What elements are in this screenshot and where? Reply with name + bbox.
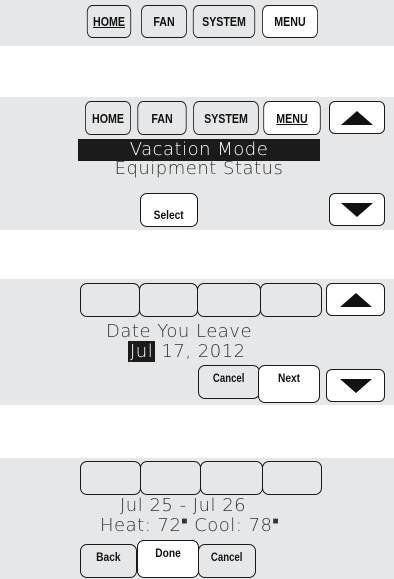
screen-title: Date You Leave [106, 321, 253, 342]
select-button-label: Select [153, 208, 185, 222]
down-arrow-icon [339, 378, 372, 393]
tab-system-label: SYSTEM [204, 110, 248, 126]
up-arrow-icon [341, 110, 373, 125]
blank-key-4 [260, 283, 322, 317]
blank-key-4 [262, 461, 322, 495]
tab-home[interactable]: HOME [85, 101, 131, 135]
screen-menu-panel: HOME FAN SYSTEM MENU Vacation Mode Equip… [0, 97, 394, 230]
down-arrow-icon [341, 202, 373, 217]
done-button-label: Done [155, 546, 181, 560]
blank-key-1 [80, 461, 141, 495]
next-button-label: Next [277, 371, 301, 385]
screen-home-panel: HOME FAN SYSTEM MENU [0, 0, 394, 46]
date-rest: 17, 2012 [155, 341, 246, 362]
tab-home-label: HOME [93, 14, 125, 29]
cancel-button-label: Cancel [211, 550, 243, 564]
blank-key-3 [200, 461, 263, 495]
blank-key-1 [80, 283, 140, 317]
blank-key-2 [139, 283, 198, 317]
next-button[interactable]: Next [258, 365, 320, 403]
back-button[interactable]: Back [80, 544, 137, 578]
tab-menu[interactable]: MENU [263, 101, 321, 135]
degree-icon: ■ [272, 516, 280, 527]
blank-key-3 [197, 283, 261, 317]
decrease-button[interactable] [326, 369, 385, 402]
tab-home[interactable]: HOME [86, 5, 132, 38]
tab-menu-label: MENU [276, 110, 308, 126]
menu-item-equipment-status[interactable]: Equipment Status [78, 158, 320, 180]
cancel-button[interactable]: Cancel [198, 544, 256, 578]
tab-fan[interactable]: FAN [141, 5, 187, 38]
up-arrow-icon [339, 292, 372, 307]
degree-icon: ■ [181, 516, 188, 527]
tab-home-label: HOME [92, 110, 124, 126]
date-range: Jul 25 - Jul 26 [120, 495, 247, 516]
month-field[interactable]: Jul [128, 341, 156, 362]
cool-value: 78 [248, 515, 273, 536]
screen-vacation-leave-panel: Date You Leave Jul 17, 2012 Cancel Next [0, 279, 394, 405]
back-button-label: Back [96, 550, 121, 564]
tab-fan-label: FAN [151, 110, 173, 126]
cool-label: Cool: [194, 515, 243, 536]
screen-vacation-summary-panel: Jul 25 - Jul 26 Heat: 72■ Cool: 78■ Back… [0, 458, 394, 579]
tab-menu[interactable]: MENU [262, 5, 318, 38]
leave-date: Jul 17, 2012 [128, 341, 246, 362]
tab-system-label: SYSTEM [202, 14, 246, 29]
done-button[interactable]: Done [137, 540, 199, 578]
blank-key-2 [140, 461, 201, 495]
heat-value: 72 [157, 515, 182, 536]
tab-system[interactable]: SYSTEM [192, 5, 256, 38]
scroll-down-button[interactable] [329, 193, 385, 226]
tab-fan-label: FAN [153, 14, 175, 29]
tab-menu-label: MENU [274, 14, 306, 29]
select-button[interactable]: Select [140, 193, 198, 227]
menu-list: Vacation Mode Equipment Status [78, 139, 324, 181]
scroll-up-button[interactable] [329, 101, 385, 134]
tab-fan[interactable]: FAN [137, 101, 187, 135]
tab-system[interactable]: SYSTEM [193, 101, 259, 135]
heat-label: Heat: [100, 515, 152, 536]
cancel-button-label: Cancel [213, 371, 245, 385]
cancel-button[interactable]: Cancel [198, 365, 260, 399]
setpoints: Heat: 72■ Cool: 78■ [100, 515, 279, 536]
increase-button[interactable] [326, 283, 385, 316]
